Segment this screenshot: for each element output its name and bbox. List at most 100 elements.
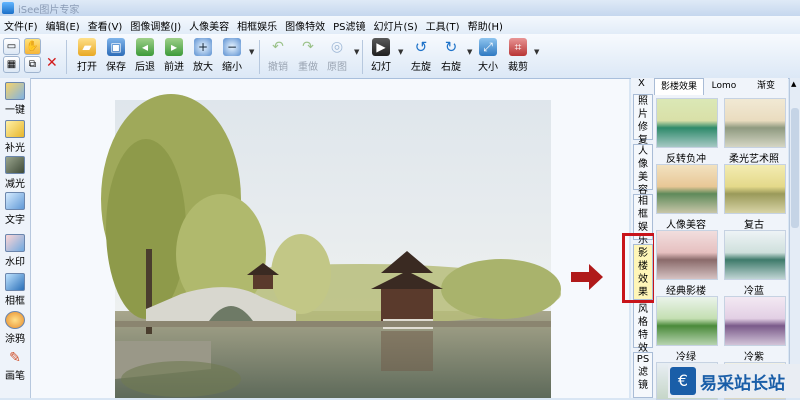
scroll-up-icon[interactable]: ▲: [791, 80, 796, 88]
watermark-tool[interactable]: 水印: [1, 234, 29, 268]
slideshow-button[interactable]: ▶ 幻灯: [365, 38, 397, 76]
effect-thumbnail[interactable]: [656, 164, 718, 214]
effect-label: 经典影楼: [666, 286, 706, 297]
image-canvas[interactable]: [31, 79, 629, 398]
resize-icon: ⤢: [479, 38, 497, 56]
zoom-in-icon: +: [194, 38, 212, 56]
effect-thumbnail[interactable]: [724, 98, 786, 148]
original-icon: ◎: [330, 39, 344, 55]
tab-gradient[interactable]: 渐变: [746, 78, 786, 94]
effect-thumbnail[interactable]: [656, 296, 718, 346]
tab-studio[interactable]: 影楼效果: [654, 78, 704, 95]
folder-open-icon: ▰: [78, 38, 96, 56]
effect-thumbnail[interactable]: [724, 164, 786, 214]
tab-style-effects[interactable]: 风格特效: [633, 302, 653, 354]
logo-mark-icon: €: [670, 367, 696, 395]
original-button[interactable]: ◎ 原图: [321, 38, 353, 76]
forward-button[interactable]: ▸ 前进: [158, 38, 190, 76]
fill-light-tool[interactable]: 补光: [1, 120, 29, 154]
toolbar: ▭ ✋ ▦ ⧉ ✕ ▰ 打开 ▣ 保存 ◂ 后退 ▸ 前进 + 放大 − 缩小 …: [0, 34, 800, 79]
save-button[interactable]: ▣ 保存: [100, 38, 132, 76]
doodle-tool[interactable]: 涂鸦: [1, 311, 29, 345]
close-panel-button[interactable]: X: [638, 78, 645, 89]
watermark-text: 易采站长站: [700, 374, 785, 394]
redo-icon: ↷: [302, 39, 314, 55]
window-title: iSee图片专家: [18, 5, 80, 16]
palette-icon: [5, 311, 25, 329]
frame-tool[interactable]: 相框: [1, 273, 29, 307]
menu-edit[interactable]: 编辑(E): [42, 18, 84, 33]
brush-tool[interactable]: ✎ 画笔: [1, 350, 29, 382]
photo-preview: [101, 94, 561, 398]
effect-label: 冷绿: [676, 352, 696, 363]
effect-label: 复古: [744, 220, 764, 231]
watermark-logo: € 易采站长站: [668, 364, 800, 398]
panel-scrollbar[interactable]: ▲: [789, 78, 800, 398]
effect-label: 冷紫: [744, 352, 764, 363]
text-icon: [5, 192, 25, 210]
resize-button[interactable]: ⤢ 大小: [472, 38, 504, 76]
effect-thumbnail[interactable]: [724, 230, 786, 280]
text-tool[interactable]: 文字: [1, 192, 29, 226]
open-button[interactable]: ▰ 打开: [71, 38, 103, 76]
edit-mode-icon[interactable]: ✋: [24, 38, 41, 55]
menu-bar: 文件(F) 编辑(E) 查看(V) 图像调整(J) 人像美容 相框娱乐 图像特效…: [0, 16, 800, 34]
redo-button[interactable]: ↷ 重做: [292, 38, 324, 76]
undo-icon: ↶: [272, 39, 284, 55]
menu-view[interactable]: 查看(V): [84, 18, 127, 33]
slideshow-dropdown-icon[interactable]: ▼: [398, 48, 403, 56]
batch-icon[interactable]: ⧉: [24, 56, 41, 73]
slideshow-icon: ▶: [372, 38, 390, 56]
zoom-out-button[interactable]: − 缩小: [216, 38, 248, 76]
reduce-light-tool[interactable]: 减光: [1, 156, 29, 190]
arrow-indicator-icon: [571, 264, 603, 290]
left-toolbar: 一键 补光 减光 文字 水印 相框 涂鸦 ✎ 画笔: [0, 78, 31, 398]
save-icon: ▣: [107, 38, 125, 56]
rotate-right-button[interactable]: ↻ 右旋: [435, 38, 467, 76]
browse-mode-icon[interactable]: ▭: [3, 38, 20, 55]
tab-portrait[interactable]: 人像美容: [633, 144, 653, 196]
effect-thumbnail[interactable]: [724, 296, 786, 346]
menu-portrait[interactable]: 人像美容: [185, 18, 233, 33]
delete-icon[interactable]: ✕: [46, 55, 58, 71]
original-dropdown-icon[interactable]: ▼: [354, 48, 359, 56]
image-back-icon: ◂: [136, 38, 154, 56]
tab-ps-filters[interactable]: PS滤镜: [633, 352, 653, 398]
effect-label: 反转负冲: [666, 154, 706, 165]
menu-tools[interactable]: 工具(T): [422, 18, 464, 33]
pencil-icon: ✎: [9, 350, 21, 366]
toolbar-separator: [66, 40, 67, 74]
tab-photo-repair[interactable]: 照片修复: [633, 94, 653, 146]
crop-dropdown-icon[interactable]: ▼: [534, 48, 539, 56]
crop-icon: ⌗: [509, 38, 527, 56]
rotate-left-icon: ↺: [414, 38, 428, 56]
rotate-left-button[interactable]: ↺ 左旋: [405, 38, 437, 76]
tab-lomo[interactable]: Lomo: [704, 78, 744, 94]
watermark-icon: [5, 234, 25, 252]
fill-light-icon: [5, 120, 25, 138]
thumbnail-icon[interactable]: ▦: [3, 56, 20, 73]
menu-help[interactable]: 帮助(H): [464, 18, 507, 33]
menu-image-adjust[interactable]: 图像调整(J): [126, 18, 185, 33]
effect-label: 人像美容: [666, 220, 706, 231]
zoom-in-button[interactable]: + 放大: [187, 38, 219, 76]
scroll-thumb[interactable]: [791, 108, 799, 228]
toolbar-separator: [259, 40, 260, 74]
effect-thumbnail[interactable]: [656, 98, 718, 148]
image-forward-icon: ▸: [165, 38, 183, 56]
menu-effects[interactable]: 图像特效: [281, 18, 329, 33]
menu-file[interactable]: 文件(F): [0, 18, 42, 33]
menu-ps-filters[interactable]: PS滤镜: [329, 18, 369, 33]
menu-slideshow[interactable]: 幻灯片(S): [370, 18, 422, 33]
back-button[interactable]: ◂ 后退: [129, 38, 161, 76]
menu-frames[interactable]: 相框娱乐: [233, 18, 281, 33]
effect-label: 冷蓝: [744, 286, 764, 297]
undo-button[interactable]: ↶ 撤销: [262, 38, 294, 76]
crop-button[interactable]: ⌗ 裁剪: [502, 38, 534, 76]
effect-thumbnail[interactable]: [656, 230, 718, 280]
title-bar: iSee图片专家: [0, 0, 800, 16]
zoom-dropdown-icon[interactable]: ▼: [249, 48, 254, 56]
one-click-fix-tool[interactable]: 一键: [1, 82, 29, 116]
app-icon: [2, 2, 14, 14]
reduce-light-icon: [5, 156, 25, 174]
